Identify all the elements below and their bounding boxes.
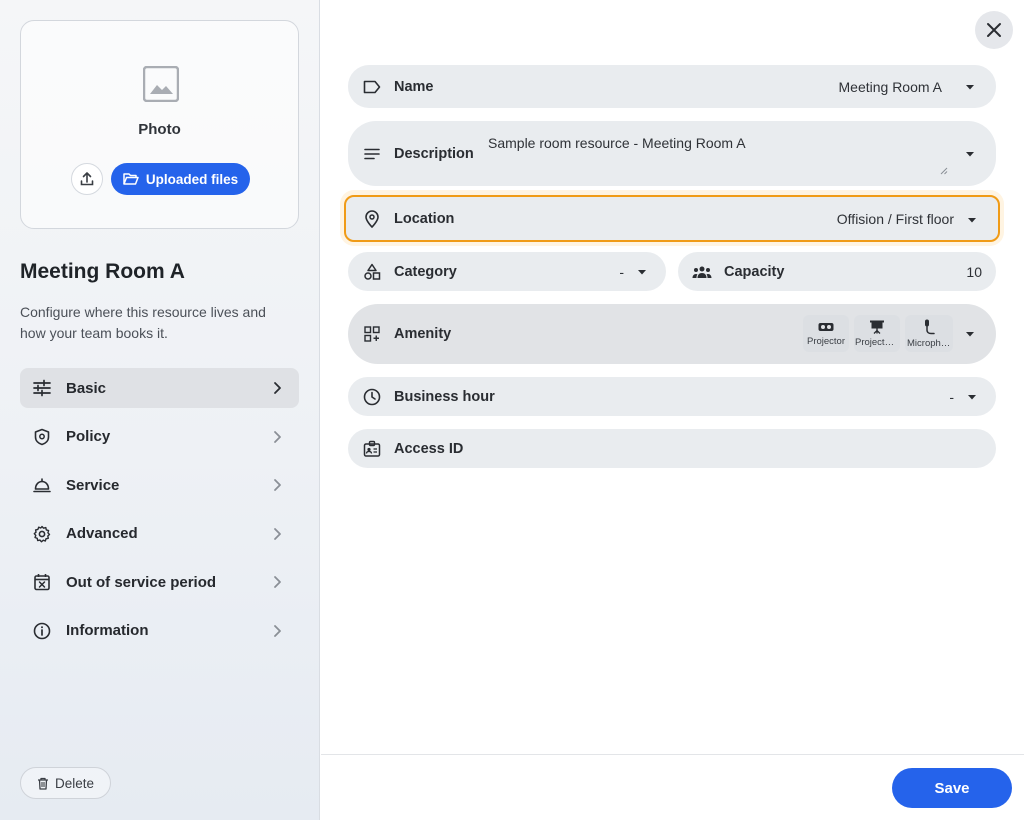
access-id-field[interactable]: Access ID: [348, 429, 996, 468]
description-value[interactable]: Sample room resource - Meeting Room A: [488, 135, 746, 151]
map-pin-icon: [362, 209, 382, 229]
category-value: -: [619, 263, 624, 280]
sidebar-item-label: Out of service period: [66, 573, 217, 591]
amenity-chip-label: Projector: [806, 335, 845, 347]
sidebar-item-label: Advanced: [66, 525, 138, 543]
text-lines-icon: [362, 144, 382, 164]
calendar-x-icon: [32, 572, 52, 592]
shield-icon: [32, 427, 52, 447]
amenity-chip-projector[interactable]: Projector: [803, 315, 849, 352]
name-field[interactable]: Name Meeting Room A: [348, 65, 996, 108]
service-bell-icon: [32, 475, 52, 495]
sidebar-item-label: Service: [66, 476, 120, 494]
sidebar-item-out-of-service-period[interactable]: Out of service period: [20, 562, 299, 602]
sidebar-item-service[interactable]: Service: [20, 465, 299, 505]
image-placeholder-icon: [143, 66, 179, 102]
capacity-value[interactable]: 10: [966, 264, 982, 280]
photo-card: Photo Uploaded files: [20, 20, 299, 229]
chevron-right-icon: [274, 382, 281, 394]
id-badge-icon: [362, 439, 382, 459]
description-field[interactable]: Description Sample room resource - Meeti…: [348, 121, 996, 186]
people-icon: [692, 262, 712, 282]
close-icon: [987, 23, 1001, 37]
tag-icon: [362, 77, 382, 97]
capacity-label: Capacity: [724, 263, 785, 280]
amenity-chip-label: Microphone: [907, 337, 951, 349]
name-label: Name: [394, 78, 434, 95]
grid-add-icon: [362, 324, 382, 344]
delete-label: Delete: [54, 775, 95, 791]
sidebar-item-advanced[interactable]: Advanced: [20, 514, 299, 554]
amenity-label: Amenity: [394, 326, 452, 342]
chevron-right-icon: [274, 527, 281, 540]
microphone-icon: [925, 319, 935, 334]
business-hour-value: -: [949, 388, 954, 405]
caret-down-icon: [968, 394, 976, 399]
caret-down-icon: [966, 151, 974, 156]
caret-down-icon: [638, 269, 646, 274]
sidebar-item-label: Basic: [66, 379, 107, 397]
caret-down-icon: [968, 218, 976, 223]
description-label: Description: [394, 145, 474, 162]
location-field[interactable]: Location Offision / First floor: [344, 195, 1000, 242]
projector-screen-icon: [870, 320, 884, 334]
projector-icon: [818, 322, 834, 331]
caret-down-icon: [966, 332, 974, 337]
name-value: Meeting Room A: [838, 78, 943, 95]
capacity-field[interactable]: Capacity 10: [678, 252, 996, 291]
resize-handle-icon[interactable]: [940, 167, 948, 175]
resource-editor-dialog: Photo Uploaded files Meeting Room A Conf…: [0, 0, 1024, 820]
close-button[interactable]: [975, 11, 1013, 49]
folder-open-icon: [123, 173, 139, 185]
room-description: Configure where this resource lives and …: [20, 304, 266, 341]
upload-icon: [80, 172, 94, 186]
caret-down-icon: [966, 84, 974, 89]
footer-divider: [321, 754, 1024, 755]
sidebar-item-information[interactable]: Information: [20, 611, 299, 651]
chevron-right-icon: [274, 576, 281, 589]
sidebar-item-policy[interactable]: Policy: [20, 417, 299, 457]
uploaded-files-button[interactable]: Uploaded files: [111, 163, 250, 195]
business-hour-label: Business hour: [394, 388, 495, 405]
photo-label: Photo: [138, 121, 181, 138]
room-title: Meeting Room A: [20, 260, 185, 283]
chevron-right-icon: [274, 479, 281, 492]
business-hour-field[interactable]: Business hour -: [348, 377, 996, 416]
sliders-icon: [32, 378, 52, 398]
gear-icon: [32, 524, 52, 544]
shapes-icon: [362, 262, 382, 282]
sidebar-item-label: Information: [66, 622, 149, 640]
upload-button[interactable]: [71, 163, 103, 195]
chevron-right-icon: [274, 430, 281, 443]
info-icon: [32, 621, 52, 641]
category-label: Category: [394, 263, 457, 280]
location-value: Offision / First floor: [836, 211, 954, 227]
amenity-chip-projector-screen[interactable]: Projector screen: [854, 315, 900, 352]
trash-icon: [37, 777, 48, 790]
save-button[interactable]: Save: [892, 768, 1012, 808]
sidebar-item-basic[interactable]: Basic: [20, 368, 299, 408]
category-field[interactable]: Category -: [348, 252, 666, 291]
sidebar-nav: Basic Policy Service Advanced Out of ser…: [20, 368, 299, 660]
clock-icon: [362, 387, 382, 407]
amenity-chip-label: Projector screen: [855, 336, 899, 348]
uploaded-files-label: Uploaded files: [145, 171, 239, 187]
sidebar-item-label: Policy: [66, 428, 111, 446]
sidebar: Photo Uploaded files Meeting Room A Conf…: [0, 0, 320, 820]
amenity-chip-microphone[interactable]: Microphone: [905, 315, 953, 352]
chevron-right-icon: [274, 625, 281, 637]
delete-button[interactable]: Delete: [20, 767, 111, 799]
access-id-label: Access ID: [394, 440, 464, 457]
location-label: Location: [394, 211, 455, 227]
